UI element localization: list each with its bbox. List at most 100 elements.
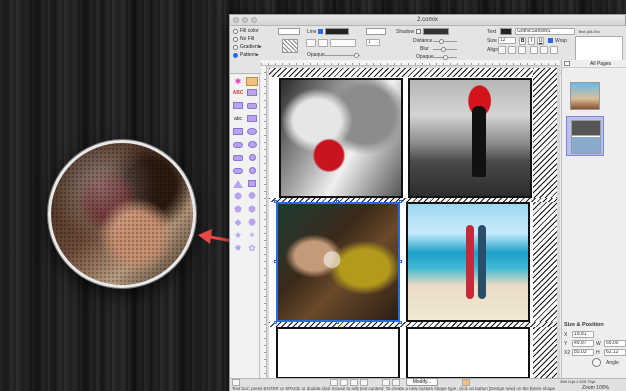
x-field[interactable]: 19.81 — [572, 331, 594, 338]
y-field[interactable]: 49.87 — [572, 340, 594, 347]
shape-tool-circle-2[interactable] — [246, 166, 258, 175]
shape-tool-flower[interactable]: ✿ — [246, 243, 258, 253]
line-style-button[interactable] — [306, 39, 316, 47]
shape-tool-star-6[interactable]: ✶ — [246, 230, 258, 240]
underline-button[interactable]: U — [537, 37, 544, 45]
selection-handle[interactable] — [274, 260, 277, 263]
shape-tool-octagon[interactable]: ⯃ — [246, 191, 258, 201]
h-field[interactable]: 62.12 — [604, 349, 626, 356]
shape-tool-pentagon[interactable]: ⬟ — [232, 204, 244, 214]
shape-tool-star[interactable]: ★ — [232, 230, 244, 240]
angle-dial[interactable] — [592, 358, 601, 367]
panel-empty-left[interactable] — [276, 327, 400, 378]
valign-top-button[interactable] — [530, 46, 538, 54]
shadow-color-swatch[interactable] — [423, 28, 449, 35]
shape-tool-heptagon[interactable]: ⬣ — [246, 217, 258, 227]
shape-tool-speech-bubble[interactable] — [232, 140, 244, 149]
shape-tool-text-abc[interactable]: ABC — [232, 88, 244, 97]
send-back-button[interactable] — [392, 379, 400, 386]
align-left-button[interactable] — [498, 46, 506, 54]
bring-front-button[interactable] — [382, 379, 390, 386]
w-label: W — [596, 341, 601, 347]
shape-tool-hexagon[interactable]: ⬢ — [232, 191, 244, 201]
status-tool-button[interactable] — [232, 379, 240, 386]
selection-handle[interactable] — [274, 321, 277, 324]
align-right-button[interactable] — [518, 46, 526, 54]
shadow-checkbox[interactable] — [416, 29, 421, 34]
wrap-label: Wrap — [555, 38, 567, 44]
comic-page — [269, 68, 557, 378]
line-color-swatch[interactable] — [325, 28, 349, 35]
comic-canvas[interactable] — [261, 60, 560, 378]
line-swatch-2[interactable] — [366, 28, 386, 35]
shape-tool-rect-2[interactable] — [232, 101, 244, 110]
zoom-control[interactable]: Zoom 100% — [582, 385, 609, 391]
align-center-button[interactable] — [508, 46, 516, 54]
text-preview-box[interactable] — [575, 36, 623, 62]
shadow-opaque-slider[interactable] — [433, 55, 457, 60]
page-thumbnail-2 — [571, 120, 601, 154]
line-end-button[interactable] — [330, 39, 356, 47]
font-select[interactable]: GothicSansMS — [515, 28, 575, 35]
shape-tool-diamond[interactable]: ◆ — [232, 217, 244, 227]
blur-slider[interactable] — [433, 47, 457, 52]
selection-handle[interactable] — [399, 321, 402, 324]
panel-roses-couple[interactable] — [279, 78, 403, 198]
shape-tool-burst[interactable]: ✸ — [232, 243, 244, 253]
selection-handle[interactable] — [399, 260, 402, 263]
fill-color-option[interactable]: Fill color — [233, 28, 259, 34]
modify-button[interactable]: Modify... — [406, 378, 438, 386]
text-color-swatch[interactable] — [500, 28, 512, 35]
shape-tool-triangle[interactable] — [232, 179, 244, 188]
font-size-field[interactable]: 12 — [498, 37, 516, 44]
shape-tool-star-pink[interactable]: ✱ — [232, 77, 244, 86]
selection-handle[interactable] — [336, 200, 339, 203]
panel-selected-couple[interactable] — [276, 202, 400, 322]
trash-button[interactable] — [360, 379, 368, 386]
shape-tool-ellipse[interactable] — [246, 127, 258, 136]
distance-slider[interactable] — [433, 39, 457, 44]
pattern-swatch[interactable] — [282, 39, 298, 53]
shape-tool-oval[interactable] — [246, 140, 258, 149]
no-fill-option[interactable]: No Fill — [233, 36, 254, 42]
selection-handle[interactable] — [336, 321, 339, 324]
shape-tool-rect[interactable] — [246, 88, 258, 97]
shape-tool-text[interactable]: abc — [232, 114, 244, 123]
shape-tool-hexagon-2[interactable]: ⬢ — [246, 204, 258, 214]
gradient-option[interactable]: Gradient▸ — [233, 44, 262, 50]
selection-handle[interactable] — [274, 200, 277, 203]
shape-tool-rect-3[interactable] — [246, 114, 258, 123]
w-field[interactable]: 65.00 — [604, 340, 626, 347]
image-button[interactable] — [462, 379, 470, 386]
shape-tool-bubble-2[interactable] — [232, 153, 244, 162]
panel-empty-right[interactable] — [406, 327, 530, 378]
arrange-button[interactable] — [330, 379, 338, 386]
valign-middle-button[interactable] — [540, 46, 548, 54]
pages-view-toggle[interactable] — [564, 61, 570, 66]
italic-button[interactable]: I — [528, 37, 535, 45]
shape-tool-square[interactable] — [246, 179, 258, 188]
line-checkbox[interactable] — [318, 29, 323, 34]
line-width-field[interactable]: 1 — [366, 39, 380, 46]
wrap-checkbox[interactable] — [548, 38, 553, 43]
pattern-option[interactable]: Pattern▸ — [233, 52, 259, 58]
line-dash-button[interactable] — [318, 39, 328, 47]
selection-handle[interactable] — [399, 200, 402, 203]
group-button[interactable] — [340, 379, 348, 386]
x2-field[interactable]: 85.03 — [572, 349, 594, 356]
bold-button[interactable]: B — [519, 37, 526, 45]
page-thumbnail-1[interactable] — [570, 82, 600, 110]
all-pages-label[interactable]: All Pages — [590, 61, 611, 67]
shape-tool-rounded-rect[interactable] — [246, 101, 258, 110]
valign-bottom-button[interactable] — [550, 46, 558, 54]
shape-tool-rect-4[interactable] — [232, 127, 244, 136]
shape-tool-cloud[interactable] — [232, 166, 244, 175]
shape-tool-image[interactable] — [246, 77, 258, 86]
panel-beach-couple[interactable] — [406, 202, 530, 322]
fill-color-swatch[interactable] — [278, 28, 300, 35]
page-thumbnail-2-selected[interactable] — [566, 116, 604, 156]
shape-tool-circle[interactable] — [246, 153, 258, 162]
line-opaque-slider[interactable] — [324, 53, 360, 58]
lock-button[interactable] — [350, 379, 358, 386]
panel-umbrella-couple[interactable] — [408, 78, 532, 198]
